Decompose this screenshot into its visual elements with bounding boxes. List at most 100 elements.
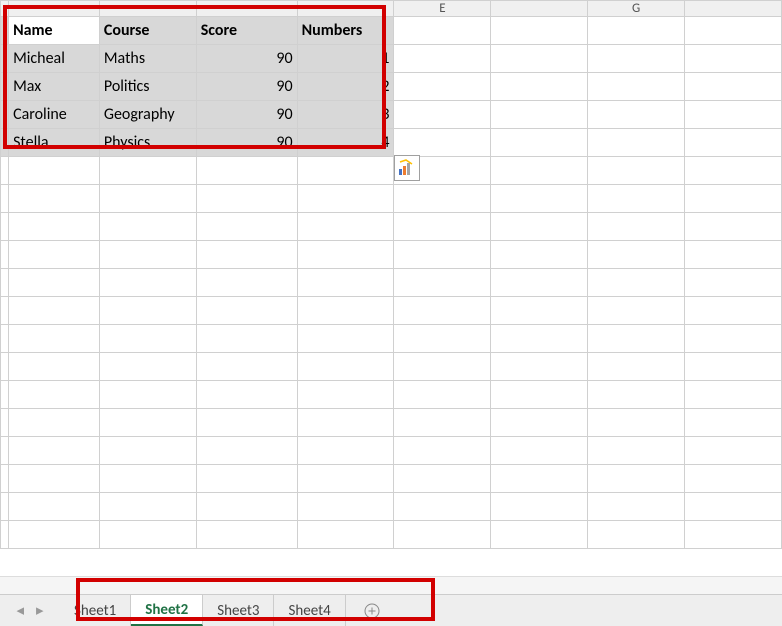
cell[interactable] bbox=[588, 213, 685, 241]
cell[interactable] bbox=[196, 157, 297, 185]
cell[interactable] bbox=[394, 437, 491, 465]
cell[interactable] bbox=[588, 17, 685, 45]
cell[interactable] bbox=[491, 101, 588, 129]
cell[interactable] bbox=[588, 409, 685, 437]
cell[interactable] bbox=[491, 409, 588, 437]
cell[interactable] bbox=[196, 493, 297, 521]
cell-number[interactable]: 3 bbox=[297, 101, 394, 129]
cell-number[interactable]: 4 bbox=[297, 129, 394, 157]
tab-sheet3[interactable]: Sheet3 bbox=[203, 595, 274, 626]
cell[interactable] bbox=[9, 465, 100, 493]
cell[interactable] bbox=[297, 437, 394, 465]
cell[interactable] bbox=[196, 325, 297, 353]
col-header-rowhead[interactable] bbox=[1, 1, 9, 17]
cell[interactable] bbox=[1, 353, 9, 381]
cell[interactable] bbox=[491, 437, 588, 465]
cell[interactable] bbox=[588, 157, 685, 185]
cell[interactable] bbox=[9, 325, 100, 353]
cell[interactable] bbox=[394, 297, 491, 325]
cell[interactable] bbox=[685, 17, 782, 45]
cell[interactable] bbox=[196, 409, 297, 437]
cell[interactable] bbox=[99, 437, 196, 465]
cell[interactable] bbox=[588, 241, 685, 269]
cell-score[interactable]: 90 bbox=[196, 129, 297, 157]
cell[interactable] bbox=[588, 437, 685, 465]
cell[interactable] bbox=[588, 101, 685, 129]
cell[interactable] bbox=[1, 325, 9, 353]
cell[interactable] bbox=[9, 241, 100, 269]
cell[interactable] bbox=[99, 409, 196, 437]
cell[interactable] bbox=[394, 465, 491, 493]
cell[interactable] bbox=[99, 213, 196, 241]
row-head[interactable] bbox=[1, 73, 9, 101]
cell[interactable] bbox=[394, 493, 491, 521]
cell[interactable] bbox=[1, 185, 9, 213]
cell[interactable] bbox=[685, 465, 782, 493]
cell[interactable] bbox=[491, 381, 588, 409]
cell[interactable] bbox=[99, 521, 196, 549]
cell[interactable] bbox=[9, 381, 100, 409]
cell[interactable] bbox=[99, 325, 196, 353]
cell[interactable] bbox=[99, 297, 196, 325]
cell[interactable] bbox=[685, 101, 782, 129]
cell-number[interactable]: 2 bbox=[297, 73, 394, 101]
cell[interactable] bbox=[685, 381, 782, 409]
cell[interactable] bbox=[9, 353, 100, 381]
cell-name[interactable]: Stella bbox=[9, 129, 100, 157]
cell[interactable] bbox=[297, 269, 394, 297]
col-header-g[interactable]: G bbox=[588, 1, 685, 17]
cell[interactable] bbox=[1, 241, 9, 269]
cell[interactable] bbox=[491, 129, 588, 157]
cell[interactable] bbox=[685, 241, 782, 269]
cell[interactable] bbox=[297, 185, 394, 213]
cell[interactable] bbox=[394, 325, 491, 353]
cell[interactable] bbox=[196, 269, 297, 297]
cell-name[interactable]: Max bbox=[9, 73, 100, 101]
row-head[interactable] bbox=[1, 17, 9, 45]
header-score[interactable]: Score bbox=[196, 17, 297, 45]
cell[interactable] bbox=[685, 409, 782, 437]
cell[interactable] bbox=[1, 465, 9, 493]
cell[interactable] bbox=[297, 381, 394, 409]
cell-name[interactable]: Micheal bbox=[9, 45, 100, 73]
cell[interactable] bbox=[394, 73, 491, 101]
cell-score[interactable]: 90 bbox=[196, 45, 297, 73]
cell[interactable] bbox=[99, 269, 196, 297]
cell[interactable] bbox=[685, 185, 782, 213]
cell[interactable] bbox=[9, 521, 100, 549]
tab-scroll-right-icon[interactable]: ▸ bbox=[30, 601, 50, 620]
cell-course[interactable]: Geography bbox=[99, 101, 196, 129]
cell[interactable] bbox=[297, 297, 394, 325]
cell[interactable] bbox=[588, 465, 685, 493]
cell[interactable] bbox=[491, 325, 588, 353]
cell[interactable] bbox=[99, 465, 196, 493]
cell[interactable] bbox=[394, 353, 491, 381]
cell[interactable] bbox=[99, 493, 196, 521]
cell[interactable] bbox=[394, 241, 491, 269]
cell[interactable] bbox=[685, 521, 782, 549]
header-name[interactable]: Name bbox=[9, 17, 100, 45]
cell[interactable] bbox=[685, 45, 782, 73]
cell[interactable] bbox=[297, 157, 394, 185]
cell[interactable] bbox=[394, 409, 491, 437]
cell[interactable] bbox=[1, 213, 9, 241]
tab-scroll-left-icon[interactable]: ◂ bbox=[10, 601, 30, 620]
cell[interactable] bbox=[99, 353, 196, 381]
cell[interactable] bbox=[588, 353, 685, 381]
cell[interactable] bbox=[9, 437, 100, 465]
col-header[interactable] bbox=[99, 1, 196, 17]
cell[interactable] bbox=[685, 493, 782, 521]
cell[interactable] bbox=[196, 353, 297, 381]
cell[interactable] bbox=[394, 213, 491, 241]
cell[interactable] bbox=[588, 521, 685, 549]
cell[interactable] bbox=[196, 437, 297, 465]
cell[interactable] bbox=[196, 185, 297, 213]
cell[interactable] bbox=[685, 437, 782, 465]
cell[interactable] bbox=[685, 73, 782, 101]
cell[interactable] bbox=[297, 465, 394, 493]
cell-number[interactable]: 1 bbox=[297, 45, 394, 73]
row-head[interactable] bbox=[1, 101, 9, 129]
cell[interactable] bbox=[196, 241, 297, 269]
cell[interactable] bbox=[196, 381, 297, 409]
cell[interactable] bbox=[297, 213, 394, 241]
